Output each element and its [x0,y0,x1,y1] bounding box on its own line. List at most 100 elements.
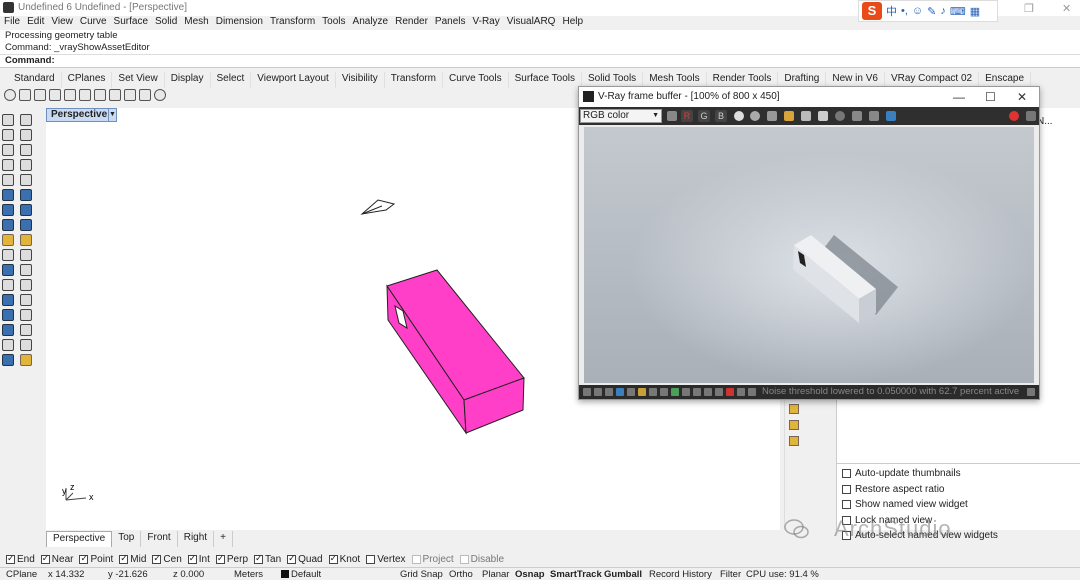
option-show-named-view-widget[interactable]: Show named view widget [842,499,968,510]
frame-buffer-icon[interactable] [34,89,46,101]
grid-snap-toggle[interactable]: Grid Snap [400,569,443,580]
status-icon[interactable] [594,388,602,396]
clear-icon[interactable] [801,111,811,121]
layer-indicator[interactable]: Default [281,569,321,580]
join-icon[interactable] [2,249,14,261]
dome-light-icon[interactable] [109,89,121,101]
save-icon[interactable] [667,111,677,121]
status-icon[interactable] [726,388,734,396]
track-mouse-icon[interactable] [835,111,845,121]
rotate-icon[interactable] [20,279,32,291]
osnap-disable[interactable]: Disable [459,553,504,565]
gumball-toggle[interactable]: Gumball [604,569,642,580]
sphere-light-icon[interactable] [79,89,91,101]
osnap-quad[interactable]: Quad [287,553,323,565]
checkbox[interactable] [842,485,851,494]
option-restore-aspect-ratio[interactable]: Restore aspect ratio [842,484,945,495]
scroll-icon[interactable] [1027,388,1035,396]
osnap-tan[interactable]: Tan [254,553,281,565]
checkbox[interactable] [215,553,225,564]
polyline-icon[interactable] [2,129,14,141]
render-preview-icon[interactable] [2,354,14,366]
boolean-icon[interactable] [20,219,32,231]
osnap-perp[interactable]: Perp [215,553,248,565]
checkbox[interactable] [187,553,197,564]
status-icon[interactable] [583,388,591,396]
menu-visualarq[interactable]: VisualARQ [507,16,556,30]
osnap-point[interactable]: Point [79,553,113,565]
status-icon[interactable] [737,388,745,396]
checkbox[interactable] [328,553,338,564]
explode-icon[interactable] [20,234,32,246]
render-preview-image[interactable] [584,127,1034,383]
status-icon[interactable] [715,388,723,396]
layer-icon[interactable] [2,324,14,336]
pink-box-object[interactable] [386,269,525,435]
green-channel-button[interactable]: G [698,110,710,122]
asset-editor-icon[interactable] [19,89,31,101]
viewport-title[interactable]: Perspective [46,108,113,122]
mesh-icon[interactable] [2,234,14,246]
mono-icon[interactable] [750,111,760,121]
target-view-icon[interactable] [789,436,799,446]
status-icon[interactable] [693,388,701,396]
menu-curve[interactable]: Curve [80,16,107,30]
tab-transform[interactable]: Transform [385,72,443,88]
light-icon[interactable] [64,89,76,101]
command-prompt[interactable]: Command: [5,55,55,66]
material-icon[interactable] [20,354,32,366]
solid-icon[interactable] [20,204,32,216]
checkbox[interactable] [842,469,851,478]
spot-light-icon[interactable] [94,89,106,101]
curve-icon[interactable] [20,129,32,141]
blue-channel-button[interactable]: B [715,110,727,122]
extrude-surface-icon[interactable] [20,189,32,201]
menu-tools[interactable]: Tools [322,16,345,30]
grid-tool-icon[interactable] [2,339,14,351]
units-label[interactable]: Meters [234,569,263,580]
status-icon[interactable] [649,388,657,396]
tab-top[interactable]: Top [112,531,142,547]
array-icon[interactable] [2,309,14,321]
menu-dimension[interactable]: Dimension [216,16,263,30]
menu-edit[interactable]: Edit [27,16,44,30]
menu-surface[interactable]: Surface [114,16,148,30]
cylinder-icon[interactable] [2,219,14,231]
osnap-vertex[interactable]: Vertex [366,553,406,565]
status-icon[interactable] [682,388,690,396]
osnap-mid[interactable]: Mid [119,553,146,565]
load-image-icon[interactable] [767,111,777,121]
check-icon[interactable] [20,339,32,351]
checkbox[interactable] [287,553,297,564]
split-icon[interactable] [20,249,32,261]
arc-icon[interactable] [20,144,32,156]
tab-cplanes[interactable]: CPlanes [62,72,113,88]
checkbox[interactable] [254,553,264,564]
tab-perspective[interactable]: Perspective [46,531,113,547]
tab-right[interactable]: Right [178,531,215,547]
scale-icon[interactable] [20,294,32,306]
named-view-icon[interactable] [789,404,799,414]
checkbox[interactable] [366,554,376,564]
render-icon[interactable] [1026,111,1036,121]
menu-render[interactable]: Render [395,16,428,30]
move-icon[interactable] [2,279,14,291]
offset-icon[interactable] [2,174,14,186]
point-icon[interactable] [20,114,32,126]
tab-surface-tools[interactable]: Surface Tools [509,72,582,88]
osnap-project[interactable]: Project [411,553,454,565]
circle-icon[interactable] [2,144,14,156]
menu-help[interactable]: Help [562,16,583,30]
status-icon[interactable] [616,388,624,396]
home-view-icon[interactable] [789,420,799,430]
properties-icon[interactable] [20,324,32,336]
menu-solid[interactable]: Solid [155,16,177,30]
menu-file[interactable]: File [4,16,20,30]
box-icon[interactable] [2,204,14,216]
filter-toggle[interactable]: Filter [720,569,741,580]
tab-curve-tools[interactable]: Curve Tools [443,72,509,88]
option-auto-update-thumbnails[interactable]: Auto-update thumbnails [842,468,961,479]
cplane-label[interactable]: CPlane [6,569,37,580]
vray-render-icon[interactable] [4,89,16,101]
group-icon[interactable] [2,264,14,276]
